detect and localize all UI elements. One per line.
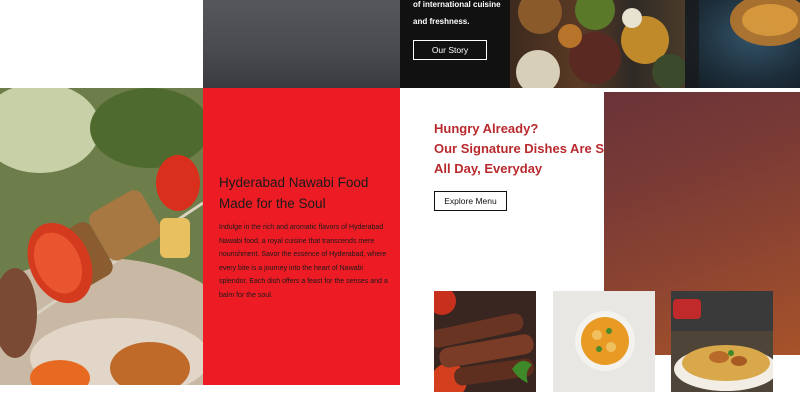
dark-food-image (685, 0, 800, 88)
signature-line-2: Our Signature Dishes Are S (434, 141, 605, 156)
top-blank-panel (0, 0, 203, 88)
curry-bowl-thumbnail[interactable] (553, 291, 655, 392)
signature-heading: Hungry Already? Our Signature Dishes Are… (434, 119, 634, 179)
signature-line-1: Hungry Already? (434, 121, 539, 136)
seekh-kebab-thumbnail[interactable] (434, 291, 536, 392)
biryani-thumbnail[interactable] (671, 291, 773, 392)
curry-bowl-illustration (553, 291, 655, 392)
top-gray-image (203, 0, 400, 88)
explore-menu-button[interactable]: Explore Menu (434, 191, 507, 211)
biryani-illustration (671, 291, 773, 392)
story-text: of international cuisine and freshness. (413, 0, 501, 26)
about-title: Hyderabad Nawabi Food Made for the Soul (219, 175, 369, 211)
seekh-kebab-illustration (434, 291, 536, 392)
our-story-button[interactable]: Our Story (413, 40, 487, 60)
kebab-illustration (0, 88, 203, 385)
dark-bowl-illustration (685, 0, 800, 88)
spices-image (510, 0, 685, 88)
signature-line-3: All Day, Everyday (434, 161, 543, 176)
about-body: Indulge in the rich and aromatic flavors… (219, 224, 388, 299)
spices-illustration (516, 0, 685, 88)
kebab-image (0, 88, 203, 385)
